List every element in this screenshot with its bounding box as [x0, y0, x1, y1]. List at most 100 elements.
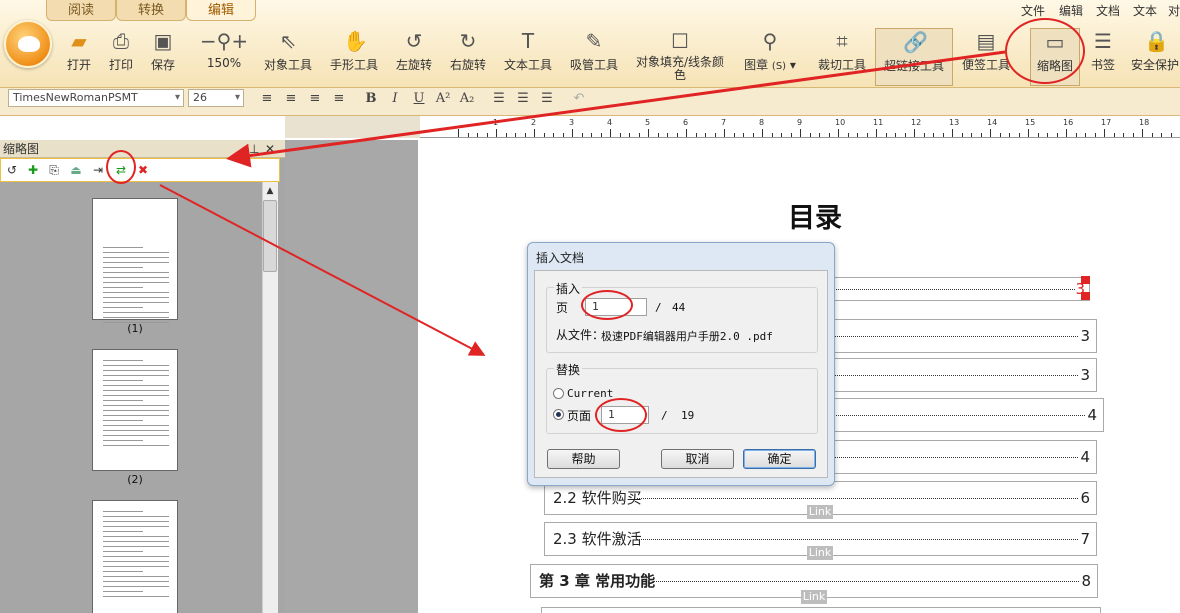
toc-page-number: 4: [1087, 406, 1097, 424]
font-select[interactable]: TimesNewRomanPSMT: [8, 89, 184, 107]
note-icon: ▤: [976, 29, 996, 53]
menu-more[interactable]: 对: [1168, 2, 1180, 19]
link-marker[interactable]: Link: [807, 505, 833, 519]
undo-icon[interactable]: ↶: [570, 90, 588, 108]
italic-icon[interactable]: I: [386, 90, 404, 108]
menu-file[interactable]: 文件: [1021, 2, 1045, 19]
thumbnail-text-line: [103, 541, 169, 542]
ruler-tick: [591, 133, 592, 137]
align-right-icon[interactable]: ≡: [306, 90, 324, 108]
toc-row-3[interactable]: 3: [834, 358, 1097, 392]
link-marker[interactable]: Link: [801, 590, 827, 604]
help-button[interactable]: 帮助: [547, 449, 620, 469]
pages-radio[interactable]: [553, 409, 564, 420]
scrollbar-thumb[interactable]: [263, 200, 277, 272]
toc-row-1[interactable]: 3: [830, 277, 1090, 301]
ruler-tick: [562, 133, 564, 137]
superscript-icon[interactable]: A²: [434, 90, 452, 108]
insert-pages-icon[interactable]: ⎘: [46, 162, 62, 178]
stamp-button[interactable]: ⚲ 图章 (S) ▾: [740, 28, 800, 86]
toc-row-2[interactable]: 3: [834, 319, 1097, 353]
page-thumbnail-2[interactable]: [92, 349, 178, 471]
subscript-icon[interactable]: A₂: [458, 90, 476, 108]
underline-icon[interactable]: U: [410, 90, 428, 108]
extract-page-icon[interactable]: ⏏: [68, 162, 84, 178]
indent-icon[interactable]: ☰: [538, 90, 556, 108]
toc-row-5[interactable]: 4: [834, 440, 1097, 474]
ruler-tick: [1085, 133, 1086, 137]
zoom-control[interactable]: −⚲+ 150%: [192, 28, 256, 86]
selection-handle[interactable]: [1081, 276, 1090, 284]
note-tool-button[interactable]: ▤ 便签工具: [960, 28, 1012, 86]
save-button[interactable]: ▣ 保存: [146, 28, 180, 86]
print-button[interactable]: ⎙ 打印: [104, 28, 138, 86]
toc-row-9[interactable]: [541, 607, 1101, 613]
ruler-tick: [1161, 133, 1162, 137]
ruler-number: 1: [493, 118, 499, 127]
thumbnail-text-line: [103, 445, 169, 446]
cancel-button[interactable]: 取消: [661, 449, 734, 469]
ruler-tick: [999, 133, 1001, 137]
current-radio[interactable]: [553, 388, 564, 399]
menu-document[interactable]: 文档: [1096, 2, 1120, 19]
rotate-page-icon[interactable]: ↺: [4, 162, 20, 178]
thumbnail-text-line: [103, 430, 169, 431]
line-spacing-icon[interactable]: ☰: [490, 90, 508, 108]
menu-text[interactable]: 文本: [1133, 2, 1157, 19]
font-size-select[interactable]: 26: [188, 89, 244, 107]
tab-edit[interactable]: 编辑: [186, 0, 256, 21]
delete-page-icon[interactable]: ✖: [135, 162, 151, 178]
ruler-tick: [676, 133, 678, 137]
ruler-tick: [857, 133, 858, 137]
hand-tool-button[interactable]: ✋ 手形工具: [328, 28, 380, 86]
page-thumbnail-3[interactable]: [92, 500, 178, 613]
ruler-number: 12: [911, 118, 922, 127]
tab-convert[interactable]: 转换: [116, 0, 186, 21]
insert-blank-page-icon[interactable]: ✚: [25, 162, 41, 178]
hyperlink-tool-button[interactable]: 🔗 超链接工具: [875, 28, 953, 86]
app-logo-icon[interactable]: [4, 20, 52, 68]
pin-icon[interactable]: ⊥: [249, 140, 259, 158]
ruler-tick: [1037, 133, 1039, 137]
rotate-right-button[interactable]: ↻ 右旋转: [448, 28, 488, 86]
align-left-icon[interactable]: ≡: [258, 90, 276, 108]
eyedropper-button[interactable]: ✎ 吸管工具: [568, 28, 620, 86]
bookmark-button[interactable]: ☰ 书签: [1086, 28, 1120, 86]
ruler-tick: [800, 129, 801, 137]
ruler-tick: [828, 133, 830, 137]
page-thumbnail-1[interactable]: [92, 198, 178, 323]
thumbnail-text-line: [103, 405, 169, 406]
thumbnail-text-line: [103, 287, 143, 288]
bold-icon[interactable]: B: [362, 90, 380, 108]
fill-color-button[interactable]: ☐ 对象填充/线条颜色: [634, 28, 726, 86]
ruler-tick: [515, 133, 516, 137]
open-button[interactable]: ▰ 打开: [62, 28, 96, 86]
document-title: 目录: [788, 203, 842, 234]
toc-row-4[interactable]: 4: [834, 398, 1104, 432]
thumbnail-text-line: [103, 375, 169, 376]
toc-entry-text: 2.3 软件激活: [553, 530, 642, 548]
selection-handle[interactable]: [1081, 292, 1090, 300]
thumbnail-text-line: [103, 561, 169, 562]
ruler-number: 6: [683, 118, 689, 127]
align-center-icon[interactable]: ≡: [282, 90, 300, 108]
justify-icon[interactable]: ≡: [330, 90, 348, 108]
tab-read[interactable]: 阅读: [46, 0, 116, 21]
ok-button[interactable]: 确定: [743, 449, 816, 469]
security-button[interactable]: 🔒 安全保护: [1130, 28, 1180, 86]
ruler-tick: [781, 133, 782, 137]
close-icon[interactable]: ✕: [265, 140, 275, 158]
thumbnail-text-line: [103, 302, 169, 303]
crop-tool-button[interactable]: ⌗ 裁切工具: [816, 28, 868, 86]
object-tool-button[interactable]: ⇖ 对象工具: [262, 28, 314, 86]
scroll-up-icon[interactable]: ▲: [263, 183, 277, 199]
thumbnail-text-line: [103, 292, 169, 293]
text-tool-button[interactable]: T 文本工具: [502, 28, 554, 86]
link-marker[interactable]: Link: [807, 546, 833, 560]
menu-edit[interactable]: 编辑: [1059, 2, 1083, 19]
ruler-tick: [743, 133, 744, 137]
export-page-icon[interactable]: ⇥: [90, 162, 106, 178]
ruler-number: 7: [721, 118, 727, 127]
rotate-left-button[interactable]: ↺ 左旋转: [394, 28, 434, 86]
paragraph-spacing-icon[interactable]: ☰: [514, 90, 532, 108]
